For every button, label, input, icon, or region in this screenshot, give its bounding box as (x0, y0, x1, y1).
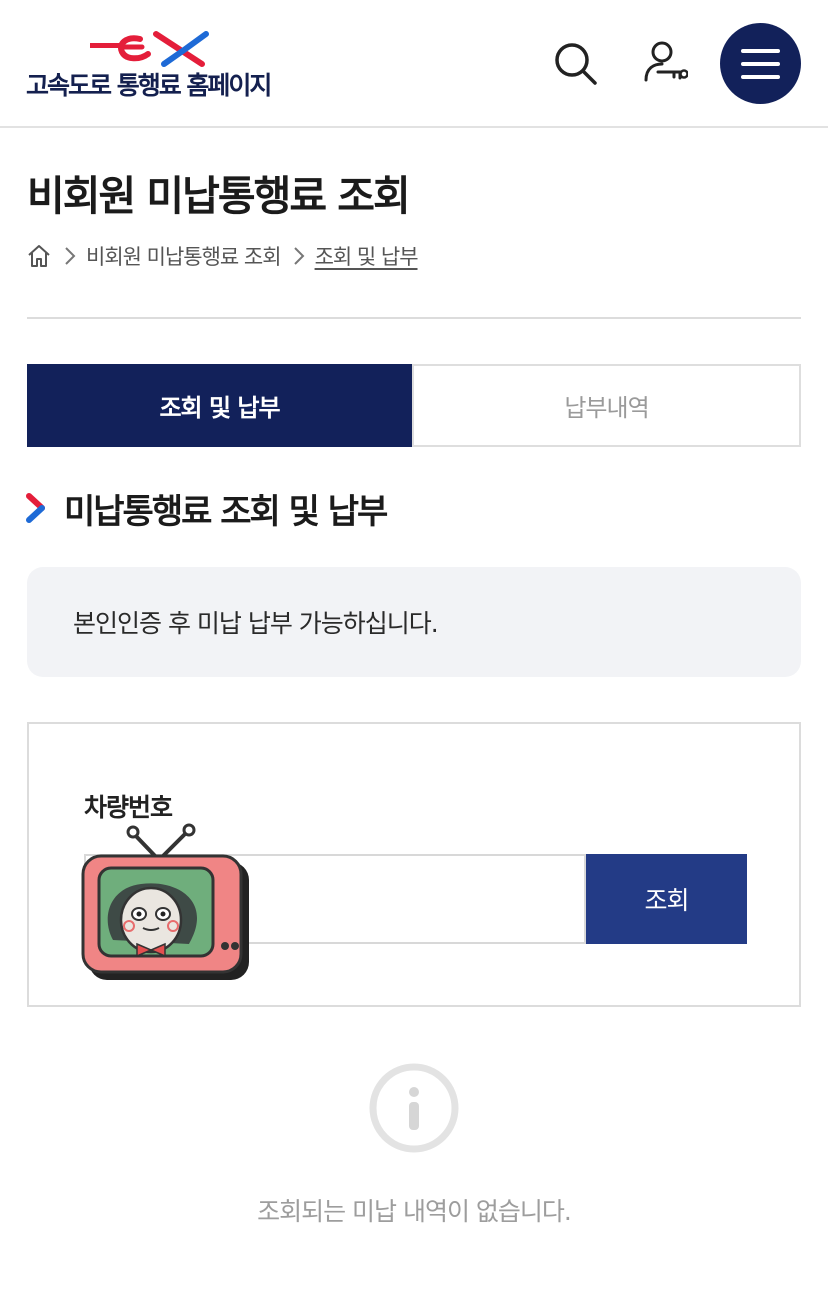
breadcrumb: 비회원 미납통행료 조회 조회 및 납부 (26, 240, 419, 272)
home-icon (28, 245, 50, 267)
chevron-right-icon (293, 246, 305, 266)
breadcrumb-current[interactable]: 조회 및 납부 (315, 241, 419, 271)
info-icon (369, 1063, 459, 1153)
search-icon (555, 43, 597, 85)
search-submit-button[interactable]: 조회 (586, 854, 747, 944)
section-title: 미납통행료 조회 및 납부 (64, 491, 388, 532)
plate-number-label: 차량번호 (84, 793, 173, 822)
notice-box: 본인인증 후 미납 납부 가능하십니다. (27, 567, 801, 677)
menu-line (741, 62, 780, 66)
login-button[interactable] (640, 40, 689, 86)
search-button[interactable] (552, 40, 598, 86)
menu-line (741, 75, 780, 79)
tab-bar: 조회 및 납부 납부내역 (27, 364, 801, 447)
section-heading: 미납통행료 조회 및 납부 (26, 486, 388, 532)
section-chevron-icon (26, 493, 46, 523)
hamburger-menu-button[interactable] (720, 23, 801, 104)
site-header: 고속도로 통행료 홈페이지 (0, 0, 828, 128)
tab-inquiry-payment[interactable]: 조회 및 납부 (27, 364, 412, 447)
plate-search-form: 차량번호 조회 (27, 722, 801, 1007)
divider (27, 317, 801, 319)
breadcrumb-item[interactable]: 비회원 미납통행료 조회 (86, 241, 282, 271)
empty-state-message: 조회되는 미납 내역이 없습니다. (257, 1197, 572, 1226)
ex-logo-mark (90, 31, 209, 67)
mascot-tv-illustration (81, 823, 249, 980)
page-title: 비회원 미납통행료 조회 (27, 172, 411, 220)
tab-payment-history[interactable]: 납부내역 (412, 364, 801, 447)
site-logo[interactable]: 고속도로 통행료 홈페이지 (26, 30, 286, 100)
chevron-right-icon (64, 246, 76, 266)
notice-text: 본인인증 후 미납 납부 가능하십니다. (73, 609, 439, 638)
menu-line (741, 49, 780, 53)
home-link[interactable] (26, 243, 52, 269)
logo-text: 고속도로 통행료 홈페이지 (26, 71, 272, 100)
user-key-icon (644, 41, 689, 82)
